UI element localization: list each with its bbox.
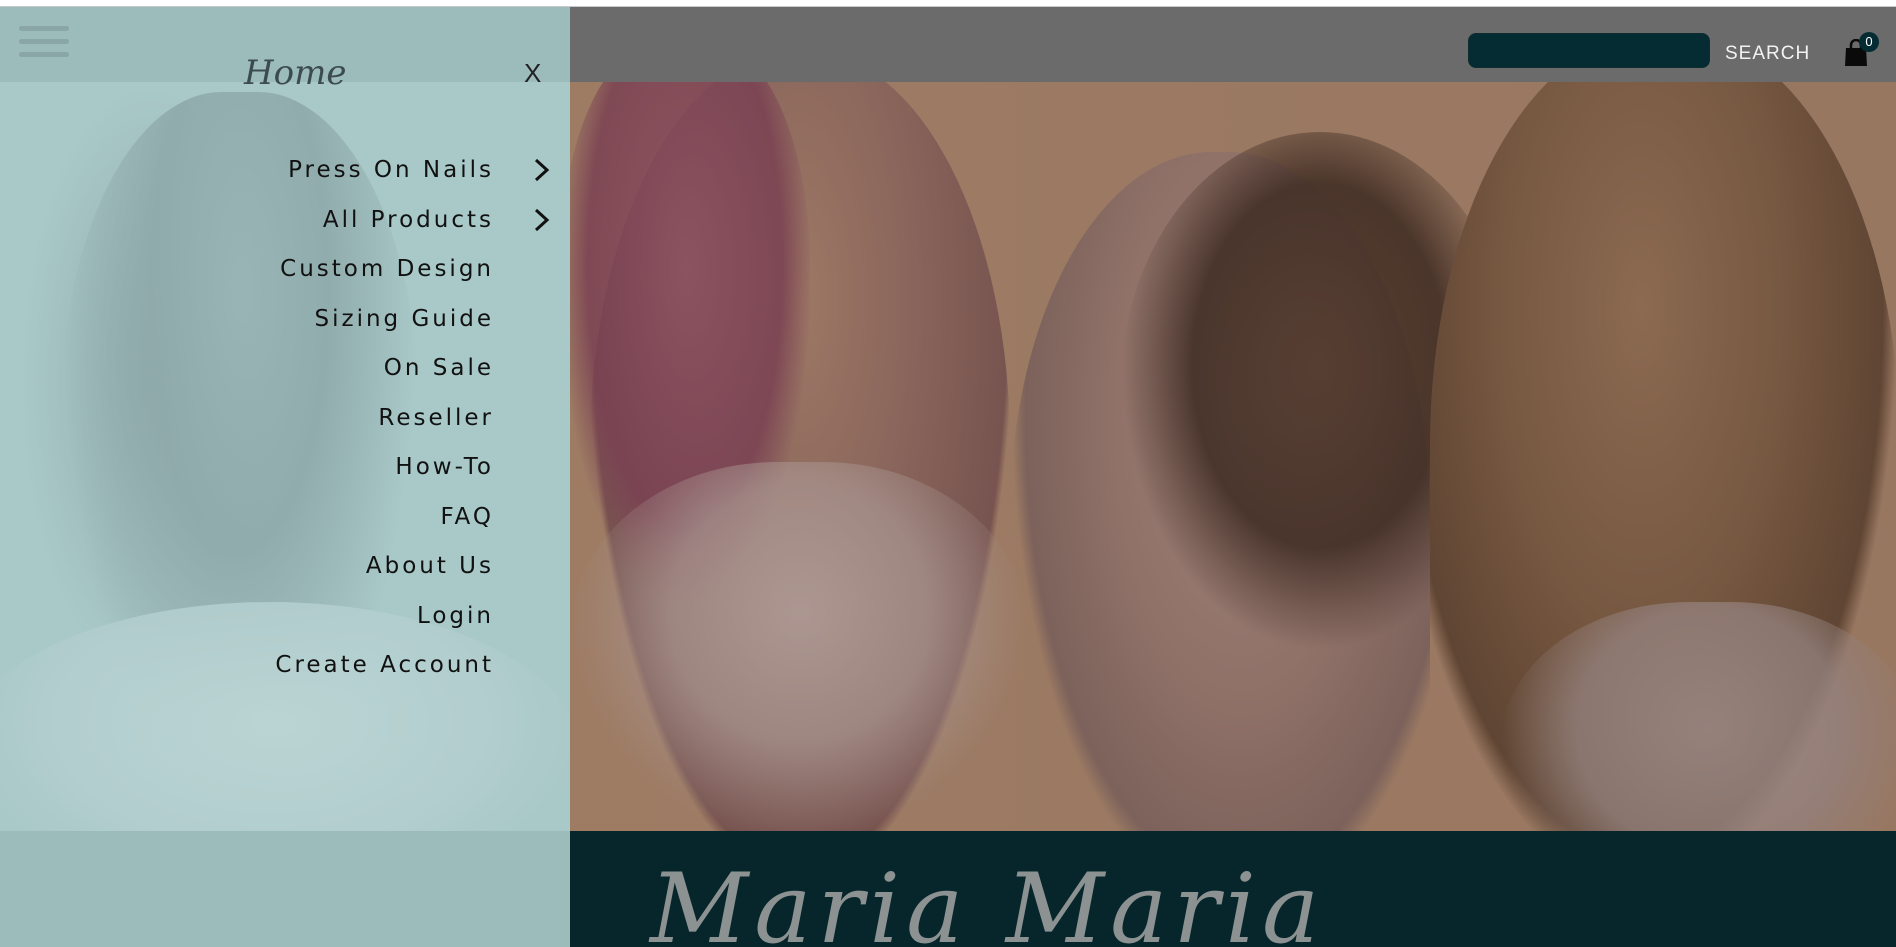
menu-item-label: Login <box>416 602 494 629</box>
search-button[interactable]: SEARCH <box>1725 43 1810 65</box>
menu-item-custom-design[interactable]: Custom Design <box>0 246 570 296</box>
cart-count-badge: 0 <box>1859 32 1879 52</box>
menu-item-about-us[interactable]: About Us <box>0 543 570 593</box>
menu-item-how-to[interactable]: How-To <box>0 444 570 494</box>
menu-item-label: On Sale <box>383 355 494 381</box>
drawer-title-home[interactable]: Home <box>244 53 346 93</box>
menu-item-label: Press On Nails <box>288 157 494 183</box>
menu-item-label: Sizing Guide <box>314 305 494 332</box>
close-button[interactable]: X <box>524 58 541 89</box>
model-top-sheer <box>570 462 1030 831</box>
menu-item-label: Reseller <box>378 404 494 431</box>
menu-item-label: About Us <box>365 553 494 579</box>
menu-item-create-account[interactable]: Create Account <box>0 642 570 692</box>
menu-item-label: All Products <box>322 206 494 233</box>
menu-item-reseller[interactable]: Reseller <box>0 395 570 445</box>
menu-item-label: FAQ <box>440 503 494 530</box>
menu-item-label: Create Account <box>275 652 494 678</box>
menu-item-faq[interactable]: FAQ <box>0 494 570 544</box>
page: SEARCH 0 Maria Maria Home X Press On Nai… <box>0 0 1896 947</box>
top-rule <box>0 0 1896 7</box>
side-drawer: Home X Press On Nails All Products Custom … <box>0 7 570 947</box>
menu-item-label: How-To <box>395 454 494 480</box>
chevron-right-icon[interactable] <box>530 158 552 182</box>
brand-title: Maria Maria <box>650 853 1326 947</box>
menu-item-press-on-nails[interactable]: Press On Nails <box>0 147 570 197</box>
search-input[interactable] <box>1468 33 1710 68</box>
menu-item-all-products[interactable]: All Products <box>0 197 570 247</box>
brand-band: Maria Maria <box>570 831 1896 947</box>
menu-item-sizing-guide[interactable]: Sizing Guide <box>0 296 570 346</box>
cart-button[interactable]: 0 <box>1843 32 1879 67</box>
hamburger-icon[interactable] <box>19 26 69 57</box>
drawer-menu: Press On Nails All Products Custom Design S… <box>0 147 570 692</box>
chevron-right-icon[interactable] <box>530 208 552 232</box>
menu-item-label: Custom Design <box>280 256 494 282</box>
menu-item-login[interactable]: Login <box>0 593 570 643</box>
menu-item-on-sale[interactable]: On Sale <box>0 345 570 395</box>
